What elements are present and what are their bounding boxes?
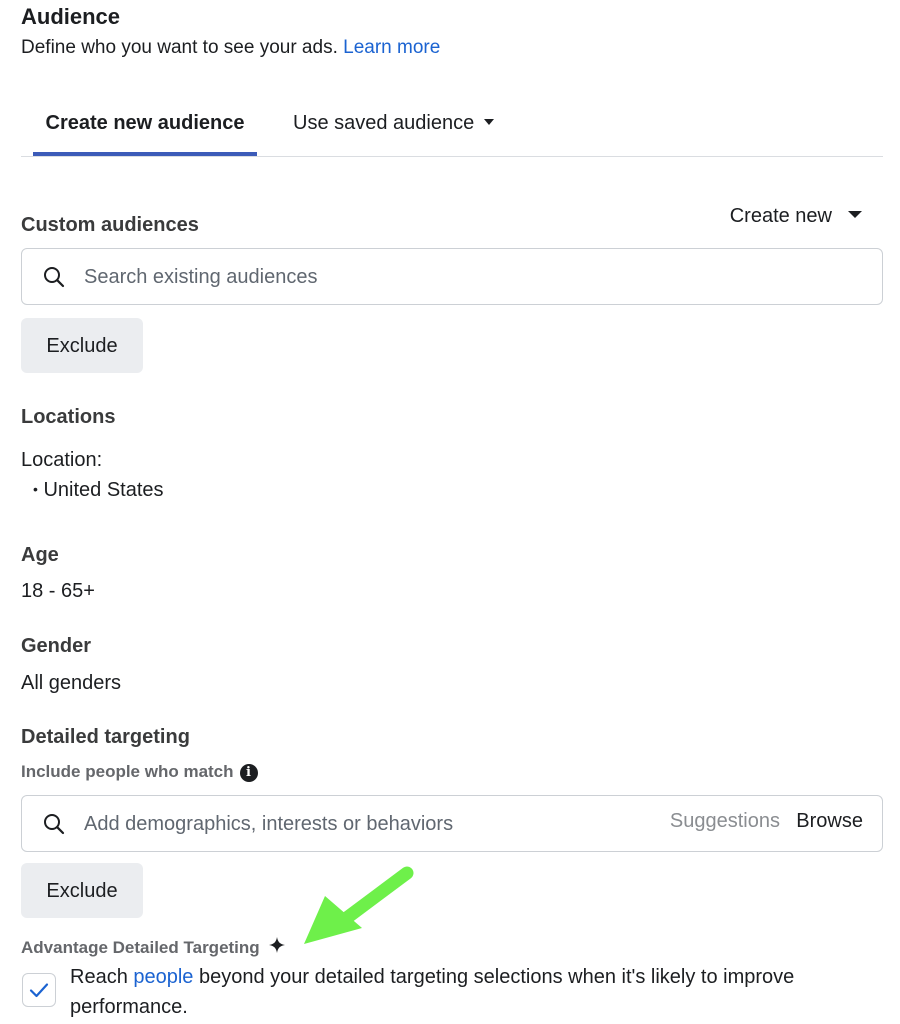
advantage-targeting-description: Reach people beyond your detailed target… (70, 962, 870, 1022)
tab-create-new-label: Create new audience (45, 112, 245, 134)
page-subtitle: Define who you want to see your ads. Lea… (21, 37, 440, 59)
check-icon (29, 983, 49, 998)
create-new-label: Create new (729, 205, 832, 227)
include-people-text: Include people who match (21, 762, 234, 781)
bullet: • (33, 481, 38, 497)
age-label: Age (21, 544, 59, 566)
tab-create-new-audience[interactable]: Create new audience (33, 96, 257, 156)
detailed-targeting-exclude-button[interactable]: Exclude (21, 863, 143, 918)
caret-down-icon (484, 118, 495, 125)
detailed-targeting-label: Detailed targeting (21, 726, 190, 748)
age-value: 18 - 65+ (21, 580, 95, 602)
people-link[interactable]: people (133, 966, 193, 988)
custom-audience-search[interactable] (21, 248, 883, 305)
caret-down-icon (848, 211, 862, 219)
learn-more-link[interactable]: Learn more (343, 37, 440, 58)
advantage-targeting-text: Advantage Detailed Targeting (21, 938, 260, 957)
location-sub-label: Location: (21, 449, 103, 471)
location-item-label: United States (43, 479, 164, 501)
custom-audiences-label: Custom audiences (21, 214, 199, 236)
location-item: • United States (33, 479, 164, 502)
sparkle-icon (269, 937, 285, 953)
advantage-targeting-checkbox[interactable] (22, 973, 56, 1007)
page-title: Audience (21, 4, 121, 29)
subtitle-text: Define who you want to see your ads. (21, 37, 338, 58)
advantage-targeting-label: Advantage Detailed Targeting (21, 938, 260, 958)
custom-audience-search-input[interactable] (82, 261, 646, 293)
tab-use-saved-label: Use saved audience (293, 112, 475, 134)
annotation-arrow (304, 866, 414, 944)
browse-button[interactable]: Browse (796, 810, 863, 833)
locations-label: Locations (21, 406, 116, 428)
gender-value: All genders (21, 672, 122, 694)
audience-tabs: Create new audience Use saved audience (21, 96, 883, 157)
info-icon[interactable]: i (239, 764, 258, 782)
tab-use-saved-audience[interactable]: Use saved audience (293, 96, 495, 156)
create-new-dropdown[interactable]: Create new (730, 205, 862, 228)
search-icon (44, 814, 65, 835)
search-icon (44, 267, 65, 288)
gender-label: Gender (21, 635, 92, 657)
detailed-targeting-search-input[interactable] (82, 808, 646, 840)
include-people-label: Include people who match i (21, 762, 258, 782)
custom-audience-exclude-button[interactable]: Exclude (21, 318, 143, 373)
detailed-targeting-search[interactable]: Suggestions Browse (21, 795, 883, 852)
suggestions-button[interactable]: Suggestions (670, 810, 780, 833)
reach-text-before: Reach (70, 966, 128, 988)
